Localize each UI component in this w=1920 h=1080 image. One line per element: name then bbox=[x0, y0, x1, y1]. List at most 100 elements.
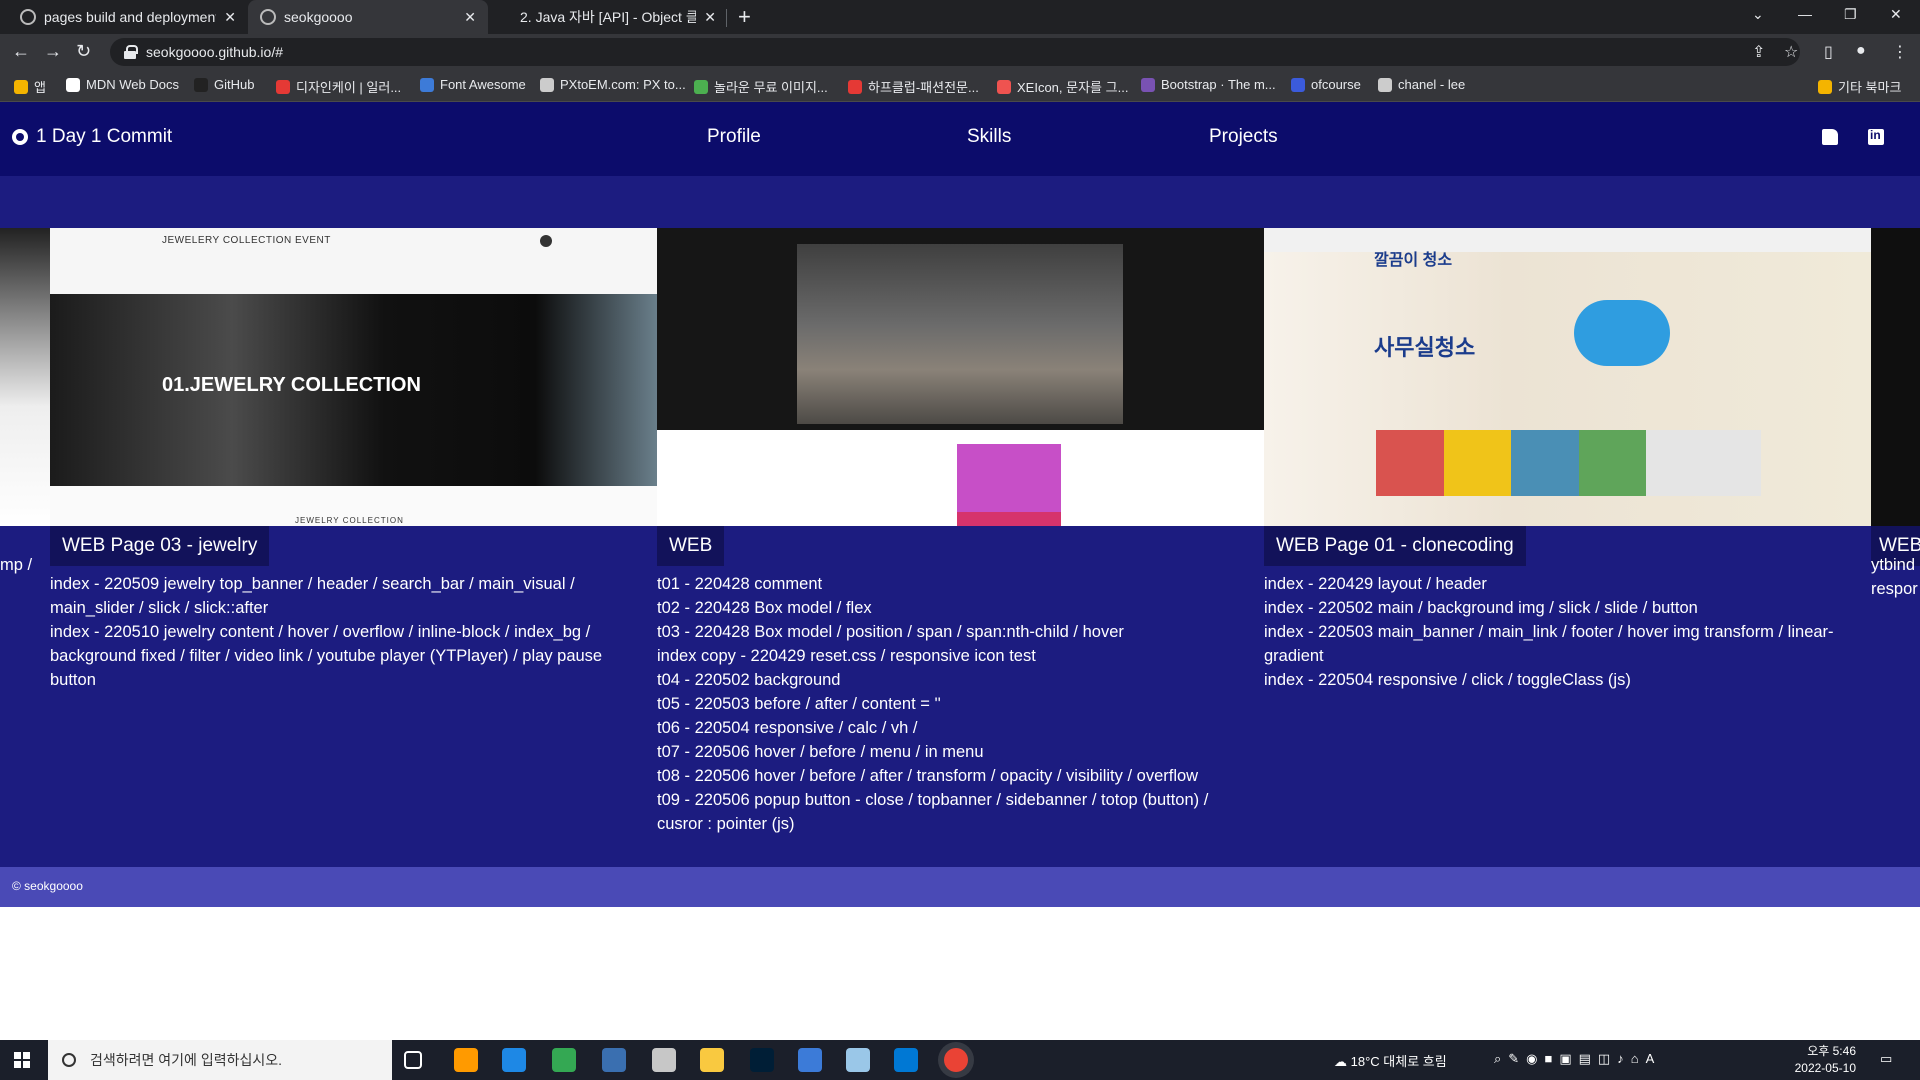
bookmark-item[interactable]: Bootstrap · The m... bbox=[1141, 77, 1276, 92]
bookmark-item[interactable]: 디자인케이 | 일러... bbox=[276, 77, 401, 96]
notepad-icon[interactable] bbox=[846, 1048, 870, 1072]
close-icon bbox=[540, 235, 552, 247]
weather-text: 18°C 대체로 흐림 bbox=[1350, 1054, 1447, 1069]
bookmark-item[interactable]: 앱 bbox=[14, 77, 46, 96]
card-title[interactable]: WEB bbox=[657, 526, 725, 566]
card-line: t06 - 220504 responsive / calc / vh / bbox=[657, 719, 918, 737]
menu-icon[interactable]: ⋮ bbox=[1892, 42, 1908, 62]
card-description: index - 220429 layout / header index - 2… bbox=[1264, 572, 1864, 692]
site-footer: © seokgoooo bbox=[0, 867, 1920, 907]
share-icon[interactable]: ⇪ bbox=[1752, 42, 1765, 62]
edge-icon[interactable] bbox=[502, 1048, 526, 1072]
nav-skills[interactable]: Skills bbox=[967, 126, 1011, 148]
bookmark-label: Font Awesome bbox=[440, 77, 526, 92]
bookmark-item[interactable]: XEIcon, 문자를 그... bbox=[997, 77, 1128, 96]
url-input[interactable]: seokgoooo.github.io/# bbox=[110, 38, 1800, 66]
next-card-thumbnail[interactable] bbox=[1871, 228, 1920, 526]
photoshop-icon[interactable] bbox=[750, 1048, 774, 1072]
tab-pages-build[interactable]: pages build and deployment · s ✕ bbox=[8, 0, 248, 34]
profile-icon[interactable]: ● bbox=[1856, 42, 1866, 60]
tab-search-icon[interactable]: ⌄ bbox=[1752, 6, 1764, 23]
thumb-event-text: JEWELERY COLLECTION EVENT bbox=[162, 235, 331, 246]
card-line: index - 220429 layout / header bbox=[1264, 575, 1487, 593]
tab-title: seokgoooo bbox=[284, 9, 353, 25]
next-card-text: respor bbox=[1871, 580, 1918, 598]
close-tab-icon[interactable]: ✕ bbox=[704, 9, 716, 26]
bookmark-item[interactable]: 놀라운 무료 이미지... bbox=[694, 77, 828, 96]
card-line: index copy - 220429 reset.css / responsi… bbox=[657, 647, 1036, 665]
thumb-hero-text: 01.JEWELRY COLLECTION bbox=[162, 374, 421, 396]
globe-icon bbox=[260, 9, 276, 25]
card-title[interactable]: WEB Page 03 - jewelry bbox=[50, 526, 270, 566]
card-title[interactable]: WEB Page 01 - clonecoding bbox=[1264, 526, 1526, 566]
card-line: t08 - 220506 hover / before / after / tr… bbox=[657, 767, 1199, 785]
search-icon bbox=[62, 1053, 76, 1067]
system-tray-icons[interactable]: ⌕✎◉■▣▤◫♪⌂A bbox=[1494, 1051, 1661, 1067]
clock-time: 오후 5:46 bbox=[1807, 1044, 1856, 1058]
card-line: t01 - 220428 comment bbox=[657, 575, 823, 593]
bookmark-item[interactable]: 하프클럽-패션전문... bbox=[848, 77, 979, 96]
thumb-header: JEWELERY COLLECTION EVENT bbox=[50, 228, 657, 294]
other-bookmarks-folder[interactable]: 기타 북마크 bbox=[1818, 77, 1901, 96]
illustrator-icon[interactable] bbox=[454, 1048, 478, 1072]
back-icon[interactable]: ← bbox=[12, 41, 30, 62]
bookmark-label: 하프클럽-패션전문... bbox=[868, 80, 979, 95]
bookmark-label: 놀라운 무료 이미지... bbox=[714, 80, 828, 95]
brand-link[interactable]: 1 Day 1 Commit bbox=[12, 126, 172, 148]
nav-projects[interactable]: Projects bbox=[1209, 126, 1278, 148]
close-tab-icon[interactable]: ✕ bbox=[224, 9, 236, 26]
previous-card-thumbnail[interactable] bbox=[0, 228, 50, 526]
web-page: 1 Day 1 Commit Profile Skills Projects m… bbox=[0, 102, 1920, 1040]
chrome-icon[interactable] bbox=[552, 1048, 576, 1072]
paint-icon[interactable] bbox=[652, 1048, 676, 1072]
project-thumbnail[interactable] bbox=[657, 228, 1264, 526]
project-thumbnail[interactable]: 깔끔이 청소 사무실청소 bbox=[1264, 228, 1871, 526]
bookmark-star-icon[interactable]: ☆ bbox=[1784, 42, 1798, 62]
bookmark-item[interactable]: GitHub bbox=[194, 77, 254, 92]
project-thumbnail[interactable]: JEWELERY COLLECTION EVENT 01.JEWELRY COL… bbox=[50, 228, 657, 526]
vscode-icon[interactable] bbox=[894, 1048, 918, 1072]
bookmark-favicon-icon bbox=[848, 79, 862, 94]
file-explorer-icon[interactable] bbox=[700, 1048, 724, 1072]
notes-icon[interactable] bbox=[798, 1048, 822, 1072]
reload-icon[interactable]: ↻ bbox=[76, 41, 91, 62]
other-bookmarks-label: 기타 북마크 bbox=[1838, 80, 1902, 95]
restore-icon[interactable]: ❐ bbox=[1844, 6, 1857, 23]
tab-seokgoooo[interactable]: seokgoooo ✕ bbox=[248, 0, 488, 34]
card-description: t01 - 220428 comment t02 - 220428 Box mo… bbox=[657, 572, 1257, 836]
forward-icon[interactable]: → bbox=[44, 41, 62, 62]
minimize-icon[interactable]: — bbox=[1798, 6, 1812, 22]
close-window-icon[interactable]: ✕ bbox=[1890, 6, 1902, 23]
task-view-icon[interactable] bbox=[404, 1051, 422, 1069]
notification-icon[interactable]: ▭ bbox=[1880, 1051, 1892, 1067]
windows-start-icon[interactable] bbox=[14, 1052, 30, 1068]
thumb-tile bbox=[1443, 430, 1512, 496]
card-line: index - 220509 jewelry top_banner / head… bbox=[50, 575, 575, 617]
bookmark-item[interactable]: ofcourse bbox=[1291, 77, 1361, 92]
tab-java-api[interactable]: 2. Java 자바 [API] - Object 클래 ✕ bbox=[508, 0, 728, 34]
thumb-video-scene bbox=[797, 244, 1123, 424]
calculator-icon[interactable] bbox=[602, 1048, 626, 1072]
weather-widget[interactable]: ☁ 18°C 대체로 흐림 bbox=[1334, 1051, 1447, 1070]
tab-divider bbox=[726, 9, 727, 27]
card-description: index - 220509 jewelry top_banner / head… bbox=[50, 572, 650, 692]
close-tab-icon[interactable]: ✕ bbox=[464, 9, 476, 26]
side-panel-icon[interactable]: ▯ bbox=[1824, 42, 1833, 62]
file-icon[interactable] bbox=[1822, 129, 1838, 145]
chrome-active-icon[interactable] bbox=[944, 1048, 968, 1072]
new-tab-icon[interactable]: + bbox=[738, 4, 751, 30]
taskbar-clock[interactable]: 오후 5:46 2022-05-10 bbox=[1788, 1043, 1856, 1077]
taskbar-search-input[interactable]: 검색하려면 여기에 입력하십시오. bbox=[48, 1040, 392, 1080]
linkedin-icon[interactable] bbox=[1868, 128, 1884, 145]
bookmark-label: MDN Web Docs bbox=[86, 77, 179, 92]
card-line: t07 - 220506 hover / before / menu / in … bbox=[657, 743, 984, 761]
bookmark-item[interactable]: MDN Web Docs bbox=[66, 77, 179, 92]
card-line: index - 220510 jewelry content / hover /… bbox=[50, 623, 603, 689]
card-line: index - 220502 main / background img / s… bbox=[1264, 599, 1698, 617]
bookmark-item[interactable]: PXtoEM.com: PX to... bbox=[540, 77, 686, 92]
nav-profile[interactable]: Profile bbox=[707, 126, 761, 148]
bookmark-item[interactable]: chanel - lee bbox=[1378, 77, 1465, 92]
bookmark-item[interactable]: Font Awesome bbox=[420, 77, 526, 92]
bookmark-favicon-icon bbox=[276, 79, 290, 94]
card-line: t09 - 220506 popup button - close / topb… bbox=[657, 791, 1209, 833]
